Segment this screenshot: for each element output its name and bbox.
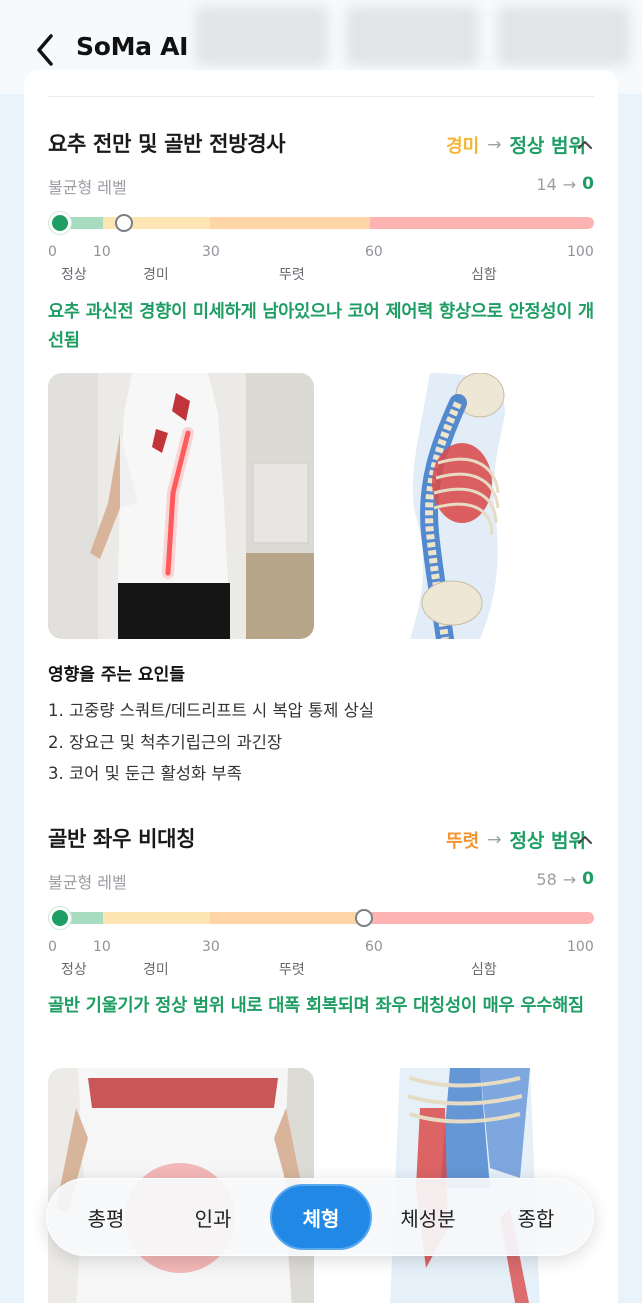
tick-label: 30 bbox=[202, 244, 220, 260]
grade-label: 경미 bbox=[143, 962, 169, 978]
section-title: 요추 전만 및 골반 전방경사 bbox=[48, 132, 286, 156]
level-marker-previous bbox=[115, 214, 133, 232]
status-to: 정상 범위 bbox=[509, 830, 586, 852]
status-arrow: → bbox=[487, 829, 502, 850]
level-label: 불균형 레벨 bbox=[48, 873, 127, 892]
tab-body-composition[interactable]: 체성분 bbox=[376, 1178, 480, 1256]
factor-item: 1. 고중량 스쿼트/데드리프트 시 복압 통제 상실 bbox=[48, 701, 375, 720]
tick-label: 30 bbox=[202, 939, 220, 955]
tick-label: 100 bbox=[567, 244, 594, 260]
header-blurred-content bbox=[185, 0, 640, 72]
grade-label: 정상 bbox=[61, 267, 87, 283]
imbalance-level-bar bbox=[60, 217, 594, 229]
status-to: 정상 범위 bbox=[509, 135, 586, 157]
bar-segment-mild bbox=[102, 912, 210, 924]
tick-label: 0 bbox=[48, 244, 57, 260]
grade-label: 정상 bbox=[61, 962, 87, 978]
grade-label: 뚜렷 bbox=[279, 962, 305, 978]
factors-title: 영향을 주는 요인들 bbox=[48, 665, 185, 685]
tick-label: 10 bbox=[93, 244, 111, 260]
bottom-tab-bar: 총평 인과 체형 체성분 종합 bbox=[46, 1178, 594, 1256]
tick-label: 10 bbox=[93, 939, 111, 955]
grade-label: 심함 bbox=[471, 962, 497, 978]
level-marker-current bbox=[49, 907, 71, 929]
imbalance-level-bar bbox=[60, 912, 594, 924]
tab-causality[interactable]: 인과 bbox=[158, 1178, 268, 1256]
grade-label: 심함 bbox=[471, 267, 497, 283]
tab-summary[interactable]: 총평 bbox=[46, 1178, 166, 1256]
app-title: SoMa AI bbox=[76, 32, 189, 61]
back-arrow-icon bbox=[37, 34, 53, 66]
factor-item: 3. 코어 및 둔근 활성화 부족 bbox=[48, 764, 242, 783]
level-values: 14 → 0 bbox=[536, 174, 594, 194]
level-arrow: → bbox=[562, 869, 577, 889]
bar-segment-severe bbox=[369, 217, 594, 229]
divider bbox=[48, 96, 594, 97]
anatomy-illustration-spine bbox=[330, 373, 594, 639]
tick-label: 60 bbox=[365, 939, 383, 955]
status-arrow: → bbox=[487, 134, 502, 155]
bar-segment-marked bbox=[209, 217, 370, 229]
level-marker-current bbox=[49, 212, 71, 234]
level-arrow: → bbox=[562, 174, 577, 194]
back-button[interactable] bbox=[30, 30, 60, 70]
factor-item: 2. 장요근 및 척추기립근의 과긴장 bbox=[48, 733, 283, 752]
chevron-up-icon[interactable] bbox=[576, 136, 594, 154]
level-to: 0 bbox=[582, 174, 594, 194]
status-from: 경미 bbox=[446, 135, 480, 157]
grade-label: 뚜렷 bbox=[279, 267, 305, 283]
level-label: 불균형 레벨 bbox=[48, 178, 127, 197]
level-from: 14 bbox=[536, 174, 557, 194]
status-from: 뚜렷 bbox=[446, 830, 480, 852]
grade-label: 경미 bbox=[143, 267, 169, 283]
chevron-up-icon[interactable] bbox=[576, 831, 594, 849]
section-title: 골반 좌우 비대칭 bbox=[48, 827, 196, 851]
level-values: 58 → 0 bbox=[536, 869, 594, 889]
status-change: 뚜렷 → 정상 범위 bbox=[446, 826, 586, 853]
tick-label: 0 bbox=[48, 939, 57, 955]
bar-segment-marked bbox=[209, 912, 370, 924]
bar-segment-severe bbox=[369, 912, 594, 924]
section-description: 요추 과신전 경향이 미세하게 남아있으나 코어 제어력 향상으로 안정성이 개… bbox=[48, 302, 594, 351]
tick-label: 60 bbox=[365, 244, 383, 260]
level-marker-previous bbox=[355, 909, 373, 927]
section-description: 골반 기울기가 정상 범위 내로 대폭 회복되며 좌우 대칭성이 매우 우수해짐 bbox=[48, 996, 584, 1016]
tab-body-shape[interactable]: 체형 bbox=[270, 1178, 372, 1256]
tick-label: 100 bbox=[567, 939, 594, 955]
level-from: 58 bbox=[536, 869, 557, 889]
level-to: 0 bbox=[582, 869, 594, 889]
status-change: 경미 → 정상 범위 bbox=[446, 131, 586, 158]
tab-overall[interactable]: 종합 bbox=[482, 1178, 590, 1256]
posture-photo-side bbox=[48, 373, 314, 639]
